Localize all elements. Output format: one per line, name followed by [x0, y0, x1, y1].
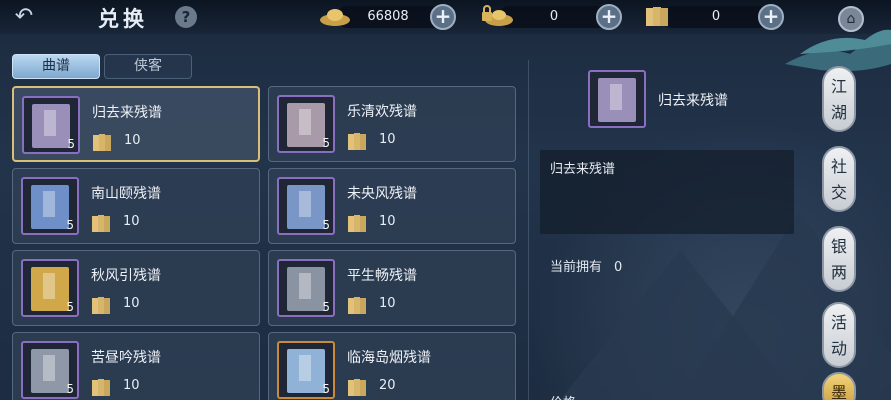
resource-value: 0: [711, 9, 721, 24]
scroll-book-icon: [646, 7, 668, 26]
nav-events[interactable]: 活动: [822, 302, 856, 368]
scroll-book-icon: [348, 133, 366, 150]
scroll-book-icon: [348, 297, 366, 314]
book-icon: [32, 104, 70, 148]
item-thumbnail: 5: [277, 177, 335, 235]
item-card[interactable]: 5 未央风残谱 10: [268, 168, 516, 244]
side-navigation: 江湖 社交 银两 活动 墨: [816, 66, 864, 400]
item-cost: 10: [123, 214, 140, 229]
item-quantity: 5: [67, 137, 75, 151]
item-quantity: 5: [322, 218, 330, 232]
item-thumbnail: 5: [21, 259, 79, 317]
item-name: 南山颐残谱: [91, 186, 161, 202]
item-card[interactable]: 5 秋风引残谱 10: [12, 250, 260, 326]
item-cost: 20: [379, 378, 396, 393]
item-thumbnail: 5: [277, 95, 335, 153]
back-arrow-icon[interactable]: ↶: [6, 4, 42, 30]
item-cost: 10: [379, 132, 396, 147]
item-cost: 10: [123, 378, 140, 393]
book-icon: [31, 185, 69, 229]
add-silver-button[interactable]: +: [430, 4, 456, 30]
item-name: 归去来残谱: [92, 105, 162, 121]
item-name: 秋风引残谱: [91, 268, 161, 284]
book-icon: [31, 349, 69, 393]
panel-divider: [528, 60, 529, 400]
book-icon: [287, 103, 325, 147]
help-icon[interactable]: ?: [175, 6, 197, 28]
item-thumbnail: 5: [277, 341, 335, 399]
scroll-book-icon: [92, 215, 110, 232]
item-list: 5 归去来残谱 10 5 乐清欢残谱 10 5 南山颐残谱 10 5 未央风残谱…: [0, 84, 530, 400]
item-name: 平生畅残谱: [347, 268, 417, 284]
item-thumbnail: 5: [21, 177, 79, 235]
nav-social[interactable]: 社交: [822, 146, 856, 212]
item-thumbnail: 5: [277, 259, 335, 317]
item-quantity: 5: [322, 382, 330, 396]
tab-heroes[interactable]: 侠客: [104, 54, 192, 79]
nav-ink[interactable]: 墨: [822, 372, 856, 400]
item-quantity: 5: [66, 300, 74, 314]
item-thumbnail: 5: [22, 96, 80, 154]
page-title: 兑换: [98, 6, 148, 31]
item-cost: 10: [124, 133, 141, 148]
owned-label: 当前拥有: [550, 260, 603, 275]
price-label: 价格: [550, 392, 576, 400]
item-cost: 10: [379, 214, 396, 229]
book-icon: [598, 78, 636, 122]
item-quantity: 5: [66, 218, 74, 232]
book-icon: [31, 267, 69, 311]
detail-description-box: 归去来残谱: [540, 150, 794, 234]
item-card[interactable]: 5 乐清欢残谱 10: [268, 86, 516, 162]
item-name: 临海岛烟残谱: [347, 350, 431, 366]
add-locked-button[interactable]: +: [596, 4, 622, 30]
scroll-book-icon: [348, 215, 366, 232]
item-cost: 10: [379, 296, 396, 311]
item-card[interactable]: 5 临海岛烟残谱 20: [268, 332, 516, 400]
item-quantity: 5: [322, 136, 330, 150]
tab-music-scores[interactable]: 曲谱: [12, 54, 100, 79]
locked-ingot-icon: [482, 5, 513, 26]
item-card[interactable]: 5 归去来残谱 10: [12, 86, 260, 162]
detail-thumbnail: [588, 70, 646, 128]
item-thumbnail: 5: [21, 341, 79, 399]
scroll-book-icon: [92, 379, 110, 396]
nav-jianghu[interactable]: 江湖: [822, 66, 856, 132]
scroll-book-icon: [93, 134, 111, 151]
book-icon: [287, 185, 325, 229]
silver-ingot-icon: [320, 9, 350, 26]
detail-description: 归去来残谱: [550, 162, 616, 177]
top-bar: ↶ 兑换 ? 66808 + 0 + 0 + ⌂: [0, 0, 891, 34]
book-icon: [287, 349, 325, 393]
scroll-book-icon: [92, 297, 110, 314]
item-name: 未央风残谱: [347, 186, 417, 202]
item-name: 乐清欢残谱: [347, 104, 417, 120]
detail-item-name: 归去来残谱: [658, 93, 728, 109]
owned-count: 当前拥有 0: [550, 256, 622, 275]
scroll-book-icon: [348, 379, 366, 396]
item-card[interactable]: 5 苦昼吟残谱 10: [12, 332, 260, 400]
item-quantity: 5: [322, 300, 330, 314]
item-card[interactable]: 5 平生畅残谱 10: [268, 250, 516, 326]
resource-value: 66808: [367, 9, 409, 24]
book-icon: [287, 267, 325, 311]
nav-silver[interactable]: 银两: [822, 226, 856, 292]
item-cost: 10: [123, 296, 140, 311]
item-card[interactable]: 5 南山颐残谱 10: [12, 168, 260, 244]
item-quantity: 5: [66, 382, 74, 396]
owned-value: 0: [614, 260, 623, 275]
resource-value: 0: [549, 9, 559, 24]
detail-panel: 归去来残谱 归去来残谱 当前拥有 0 价格: [530, 62, 794, 400]
item-name: 苦昼吟残谱: [91, 350, 161, 366]
